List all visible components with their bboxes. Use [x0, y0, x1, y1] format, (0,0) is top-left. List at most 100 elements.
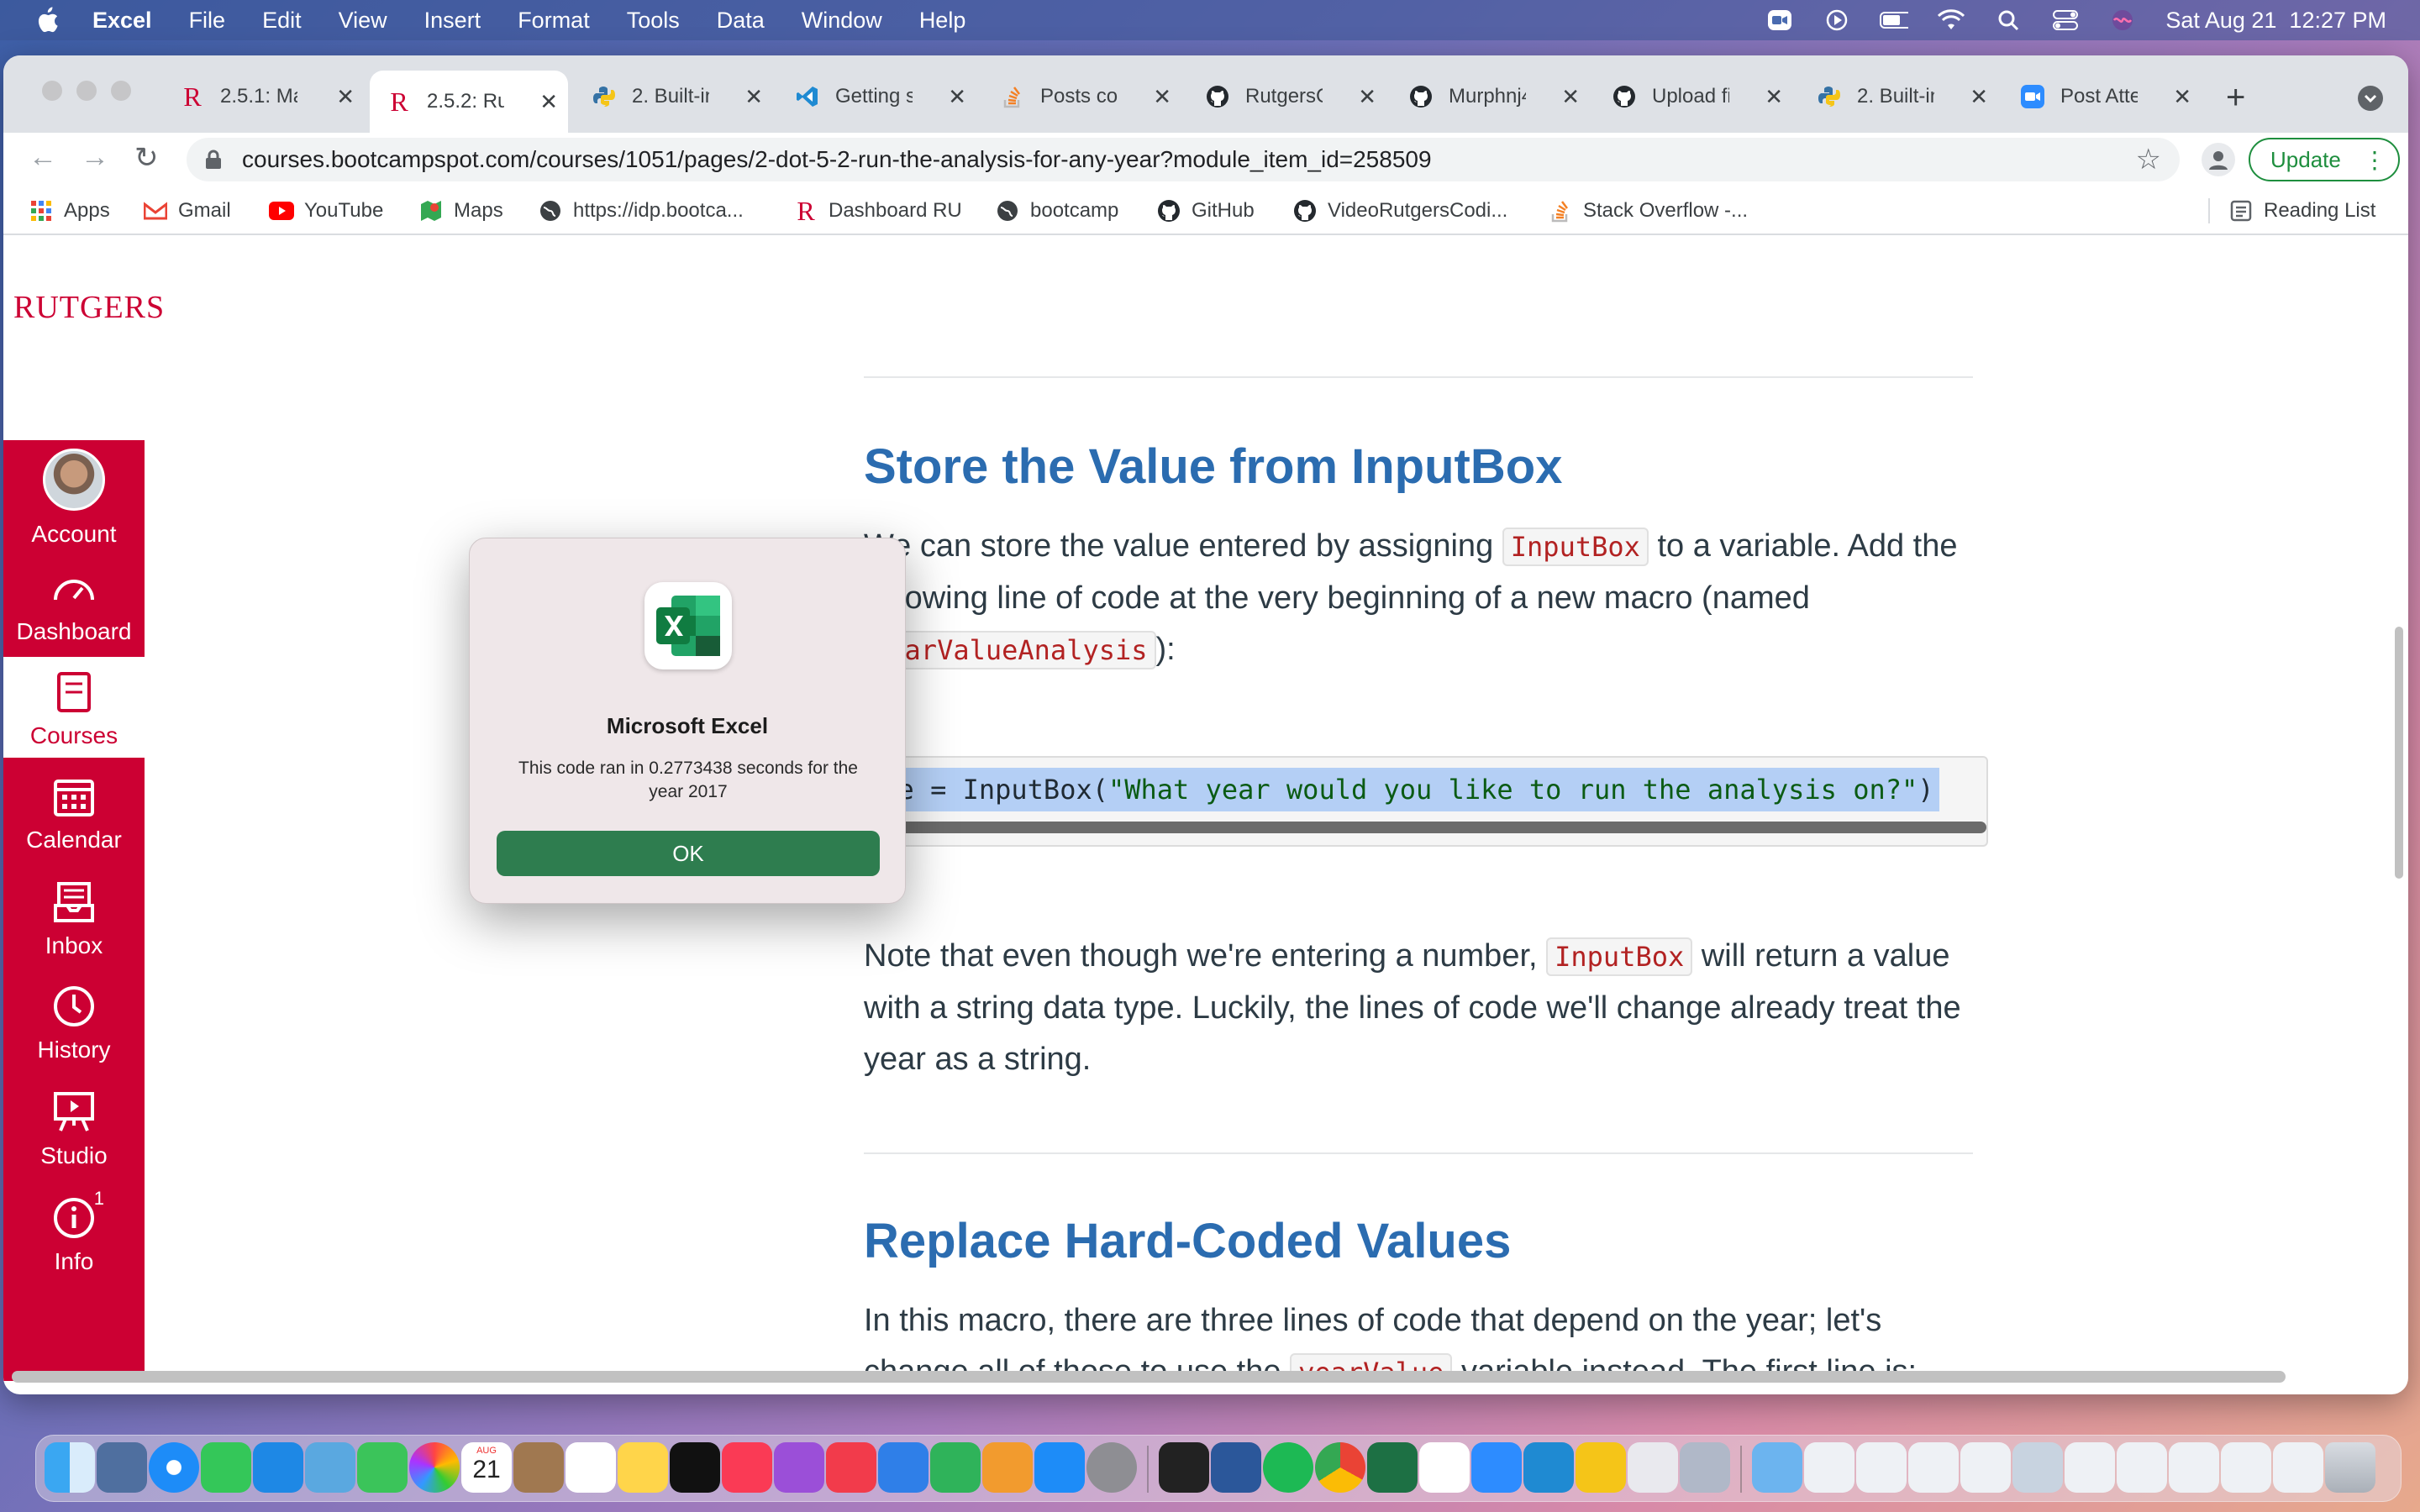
minimized-window-icon[interactable] [2273, 1442, 2323, 1493]
minimized-window-icon[interactable] [2012, 1442, 2063, 1493]
close-tab-icon[interactable]: ✕ [1358, 84, 1376, 110]
tab-9[interactable]: 2. Built-in ✕ [1800, 71, 1998, 123]
tab-search-icon[interactable] [2358, 86, 2383, 111]
bookmark-youtube[interactable]: YouTube [269, 198, 383, 223]
close-tab-icon[interactable]: ✕ [336, 84, 355, 110]
tab-1[interactable]: R 2.5.1: Mak ✕ [163, 71, 365, 123]
nav-calendar[interactable]: Calendar [3, 773, 145, 865]
ok-button[interactable]: OK [497, 831, 880, 876]
mail-icon[interactable] [253, 1442, 303, 1493]
close-window-button[interactable] [42, 81, 62, 101]
tab-6[interactable]: RutgersC ✕ [1188, 71, 1386, 123]
vscode-dock-icon[interactable] [1523, 1442, 1574, 1493]
tab-4[interactable]: Getting st ✕ [778, 71, 976, 123]
minimized-window-icon[interactable] [2169, 1442, 2219, 1493]
close-tab-icon[interactable]: ✕ [2173, 84, 2191, 110]
nav-dashboard[interactable]: Dashboard [3, 564, 145, 648]
downloads-folder-icon[interactable] [1752, 1442, 1802, 1493]
tab-2-active[interactable]: R 2.5.2: Run ✕ [370, 71, 568, 133]
minimize-window-button[interactable] [76, 81, 97, 101]
terminal-icon[interactable] [1159, 1442, 1209, 1493]
vertical-scrollbar[interactable] [2395, 627, 2403, 879]
tab-7[interactable]: Murphnj4 ✕ [1392, 71, 1590, 123]
lock-icon[interactable] [205, 150, 224, 170]
textedit-icon[interactable] [1628, 1442, 1678, 1493]
finder-icon[interactable] [45, 1442, 95, 1493]
keynote-icon[interactable] [878, 1442, 929, 1493]
siri-icon[interactable] [2108, 9, 2137, 31]
apple-menu-icon[interactable] [35, 7, 60, 34]
zoom-window-button[interactable] [111, 81, 131, 101]
bookmark-bootcamp[interactable]: bootcamp [995, 198, 1118, 223]
podcasts-icon[interactable] [774, 1442, 824, 1493]
facetime-icon[interactable] [357, 1442, 408, 1493]
nav-info[interactable]: 1 Info [3, 1188, 145, 1287]
word-icon[interactable] [1211, 1442, 1261, 1493]
menu-format[interactable]: Format [518, 8, 590, 34]
bookmark-apps[interactable]: Apps [29, 198, 110, 223]
menu-help[interactable]: Help [919, 8, 966, 34]
close-tab-icon[interactable]: ✕ [1561, 84, 1580, 110]
menu-app-name[interactable]: Excel [92, 8, 152, 34]
bookmark-github[interactable]: GitHub [1156, 198, 1255, 223]
close-tab-icon[interactable]: ✕ [1153, 84, 1171, 110]
bookmark-gmail[interactable]: Gmail [143, 198, 231, 223]
news-icon[interactable] [826, 1442, 876, 1493]
url-text[interactable]: courses.bootcampspot.com/courses/1051/pa… [242, 146, 1432, 173]
launchpad-icon[interactable] [97, 1442, 147, 1493]
slack-icon[interactable] [1419, 1442, 1470, 1493]
minimized-window-icon[interactable] [2117, 1442, 2167, 1493]
reload-icon[interactable]: ↻ [134, 141, 159, 175]
menu-file[interactable]: File [189, 8, 226, 34]
nav-inbox[interactable]: Inbox [3, 879, 145, 971]
nav-courses[interactable]: Courses [3, 657, 145, 758]
rutgers-logo[interactable]: RUTGERS [13, 289, 165, 326]
tab-3[interactable]: 2. Built-in ✕ [575, 71, 773, 123]
contacts-icon[interactable] [513, 1442, 564, 1493]
tab-5[interactable]: Posts con ✕ [983, 71, 1181, 123]
app-store-icon[interactable] [1034, 1442, 1085, 1493]
maps-app-icon[interactable] [305, 1442, 355, 1493]
back-arrow-icon[interactable]: ← [29, 141, 57, 174]
zoom-status-icon[interactable] [1765, 9, 1794, 31]
menu-edit[interactable]: Edit [262, 8, 302, 34]
python-launcher-icon[interactable] [1576, 1442, 1626, 1493]
more-menu-icon[interactable]: ⋮ [2363, 146, 2386, 174]
excel-dock-icon[interactable] [1367, 1442, 1418, 1493]
bookmark-dashboard-ru[interactable]: R Dashboard RU [793, 196, 961, 226]
bookmark-stackoverflow[interactable]: Stack Overflow -... [1548, 198, 1748, 223]
reading-list[interactable]: Reading List [2208, 198, 2375, 223]
music-icon[interactable] [722, 1442, 772, 1493]
minimized-window-icon[interactable] [1804, 1442, 1854, 1493]
minimized-window-icon[interactable] [2221, 1442, 2271, 1493]
spotlight-search-icon[interactable] [1994, 9, 2023, 31]
apple-tv-icon[interactable] [670, 1442, 720, 1493]
close-tab-icon[interactable]: ✕ [539, 89, 558, 115]
tab-8[interactable]: Upload fil ✕ [1595, 71, 1793, 123]
pages-icon[interactable] [982, 1442, 1033, 1493]
trash-icon[interactable] [2325, 1442, 2375, 1493]
minimized-window-icon[interactable] [2065, 1442, 2115, 1493]
minimized-window-icon[interactable] [1908, 1442, 1959, 1493]
bookmark-maps[interactable]: Maps [418, 198, 503, 223]
close-tab-icon[interactable]: ✕ [744, 84, 763, 110]
code-block[interactable]: lue = InputBox("What year would you like… [864, 756, 1988, 847]
messages-icon[interactable] [201, 1442, 251, 1493]
photos-icon[interactable] [409, 1442, 460, 1493]
close-tab-icon[interactable]: ✕ [1765, 84, 1783, 110]
bookmark-videorutgers[interactable]: VideoRutgersCodi... [1292, 198, 1507, 223]
safari-icon[interactable] [149, 1442, 199, 1493]
horizontal-scrollbar[interactable] [12, 1371, 2286, 1383]
code-line-selected[interactable]: lue = InputBox("What year would you like… [865, 768, 1939, 811]
wifi-icon[interactable] [1937, 9, 1965, 31]
nav-history[interactable]: History [3, 983, 145, 1075]
spotify-icon[interactable] [1263, 1442, 1313, 1493]
battery-icon[interactable] [1880, 9, 1909, 31]
menu-window[interactable]: Window [802, 8, 882, 34]
profile-icon[interactable] [2202, 143, 2235, 176]
update-button[interactable]: Update ⋮ [2249, 138, 2400, 181]
menu-insert[interactable]: Insert [424, 8, 481, 34]
zoom-app-icon[interactable] [1471, 1442, 1522, 1493]
chrome-icon[interactable] [1315, 1442, 1365, 1493]
bookmark-idp[interactable]: https://idp.bootca... [538, 198, 744, 223]
